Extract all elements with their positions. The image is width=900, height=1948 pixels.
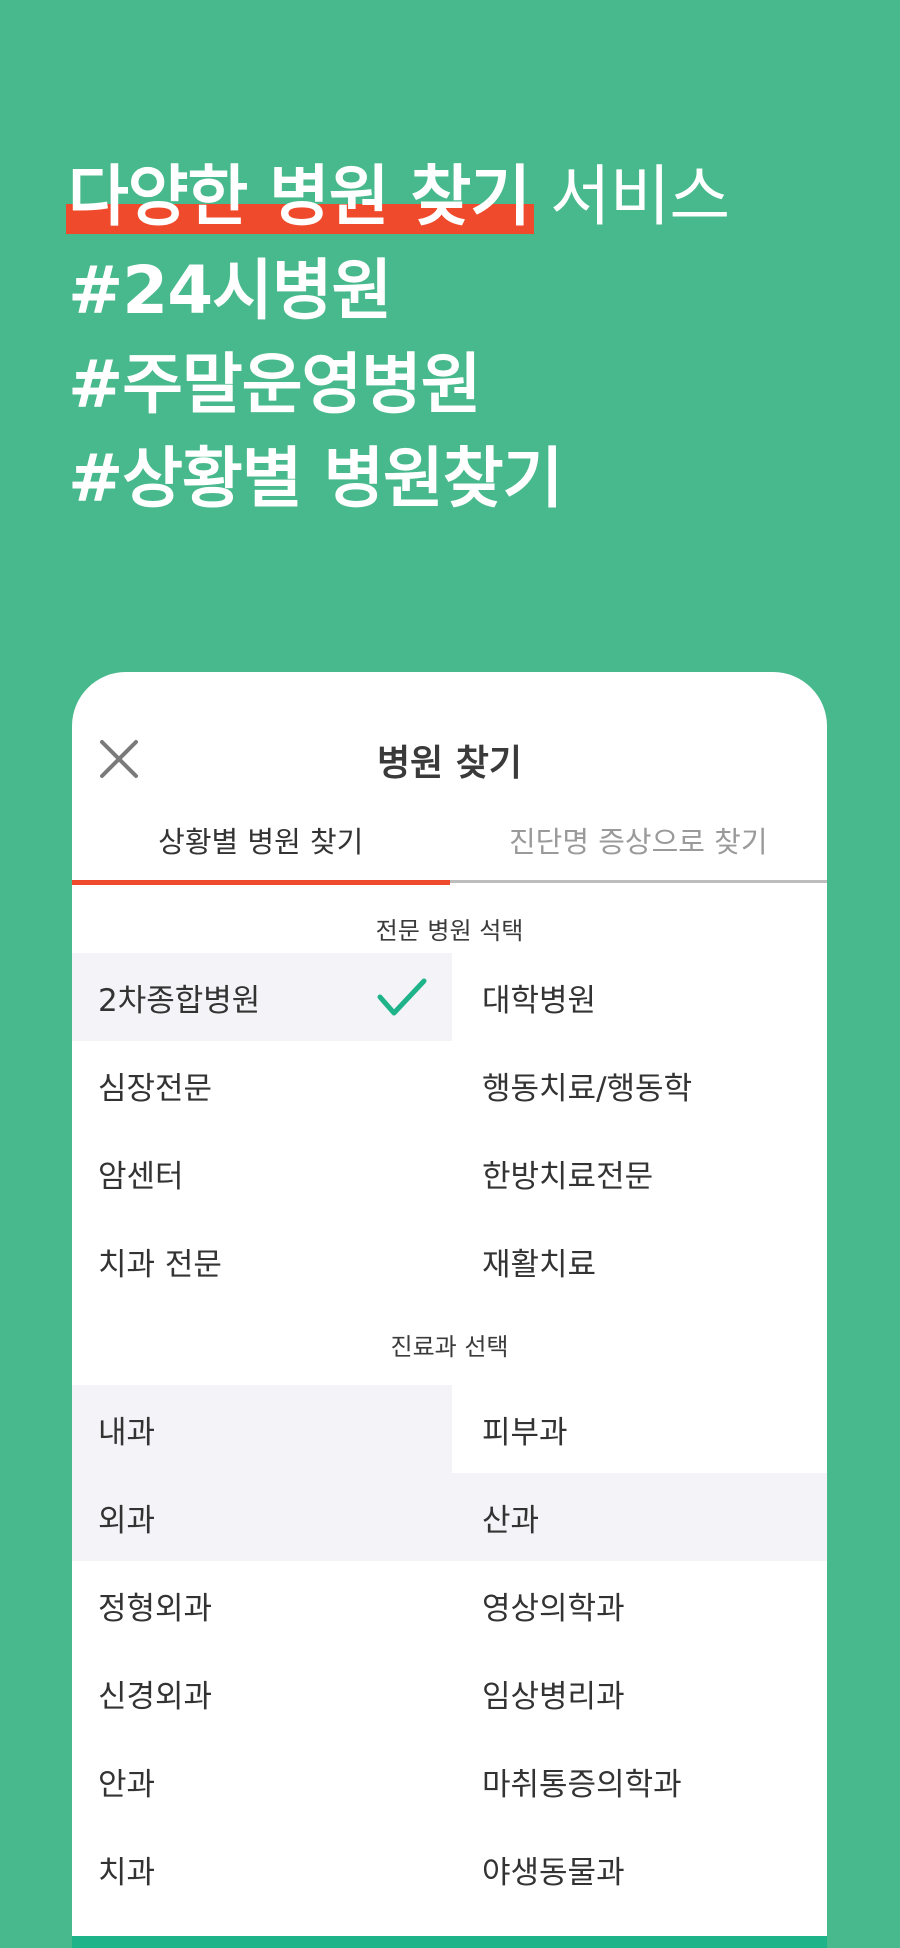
option-label: 야생동물과: [482, 1854, 625, 1891]
option-dermatology[interactable]: 피부과: [452, 1385, 827, 1473]
option-label: 산과: [482, 1502, 540, 1539]
option-ophthalmology[interactable]: 안과: [72, 1737, 452, 1825]
headline-line-2: #24시병원: [68, 252, 392, 329]
specialty-section-label: 전문 병원 석택: [375, 917, 524, 945]
option-label: 정형외과: [98, 1590, 213, 1627]
modal-title: 병원 찾기: [376, 743, 522, 784]
option-oriental-medicine[interactable]: 한방치료전문: [452, 1129, 827, 1217]
option-label: 재활치료: [482, 1246, 597, 1283]
option-dentistry[interactable]: 치과: [72, 1825, 452, 1913]
option-label: 마취통증의학과: [482, 1766, 682, 1803]
option-label: 피부과: [482, 1414, 568, 1451]
option-rehabilitation[interactable]: 재활치료: [452, 1217, 827, 1305]
option-university-hospital[interactable]: 대학병원: [452, 953, 827, 1041]
option-label: 심장전문: [98, 1070, 213, 1107]
option-secondary-general-hospital[interactable]: 2차종합병원: [72, 953, 452, 1041]
department-section-label: 진료과 선택: [390, 1333, 509, 1361]
option-label: 신경외과: [98, 1678, 213, 1715]
option-label: 한방치료전문: [482, 1158, 654, 1195]
option-internal-medicine[interactable]: 내과: [72, 1385, 452, 1473]
option-label: 내과: [98, 1414, 156, 1451]
headline-highlight: 다양한 병원 찾기: [66, 150, 534, 244]
headline-line-3: #주말운영병원: [68, 346, 482, 423]
department-grid: 내과 피부과 외과 산과 정형외과 영상의학과 신경외과 임상병리과 안과 마취…: [72, 1385, 827, 1913]
option-label: 치과 전문: [98, 1246, 222, 1283]
option-label: 2차종합병원: [98, 982, 261, 1019]
option-label: 영상의학과: [482, 1590, 625, 1627]
option-wildlife[interactable]: 야생동물과: [452, 1825, 827, 1913]
tab-bar: 상황별 병원 찾기 진단명 증상으로 찾기: [72, 817, 828, 885]
option-obstetrics[interactable]: 산과: [452, 1473, 827, 1561]
option-radiology[interactable]: 영상의학과: [452, 1561, 827, 1649]
bottom-action-bar[interactable]: [72, 1936, 827, 1948]
hospital-search-modal: 병원 찾기 상황별 병원 찾기 진단명 증상으로 찾기 전문 병원 석택 2차종…: [72, 672, 827, 1948]
option-cancer-center[interactable]: 암센터: [72, 1129, 452, 1217]
option-anesthesiology[interactable]: 마취통증의학과: [452, 1737, 827, 1825]
headline-rest: 서비스: [530, 158, 730, 235]
tab-diagnosis[interactable]: 진단명 증상으로 찾기: [450, 817, 828, 880]
headline-line-4: #상황별 병원찾기: [68, 440, 563, 517]
option-clinical-pathology[interactable]: 임상병리과: [452, 1649, 827, 1737]
option-cardiology[interactable]: 심장전문: [72, 1041, 452, 1129]
option-behavior-therapy[interactable]: 행동치료/행동학: [452, 1041, 827, 1129]
option-dental-specialty[interactable]: 치과 전문: [72, 1217, 452, 1305]
option-label: 임상병리과: [482, 1678, 625, 1715]
modal-header: 병원 찾기: [72, 672, 827, 817]
headline: 다양한 병원 찾기 서비스 #24시병원 #주말운영병원 #상황별 병원찾기: [66, 150, 868, 526]
option-label: 행동치료/행동학: [482, 1070, 693, 1107]
promo-screen: 다양한 병원 찾기 서비스 #24시병원 #주말운영병원 #상황별 병원찾기 병…: [0, 0, 900, 1948]
option-label: 외과: [98, 1502, 156, 1539]
specialty-grid: 2차종합병원 대학병원 심장전문 행동치료/행동학 암센터 한방치료전문 치과 …: [72, 953, 827, 1305]
option-label: 대학병원: [482, 982, 597, 1019]
option-orthopedics[interactable]: 정형외과: [72, 1561, 452, 1649]
option-label: 치과: [98, 1854, 156, 1891]
checkmark-icon: [377, 978, 427, 1016]
option-label: 암센터: [98, 1158, 184, 1195]
option-label: 안과: [98, 1766, 156, 1803]
tab-situation[interactable]: 상황별 병원 찾기: [72, 817, 450, 885]
headline-line-1: 다양한 병원 찾기 서비스: [66, 150, 868, 244]
option-surgery[interactable]: 외과: [72, 1473, 452, 1561]
option-neurosurgery[interactable]: 신경외과: [72, 1649, 452, 1737]
